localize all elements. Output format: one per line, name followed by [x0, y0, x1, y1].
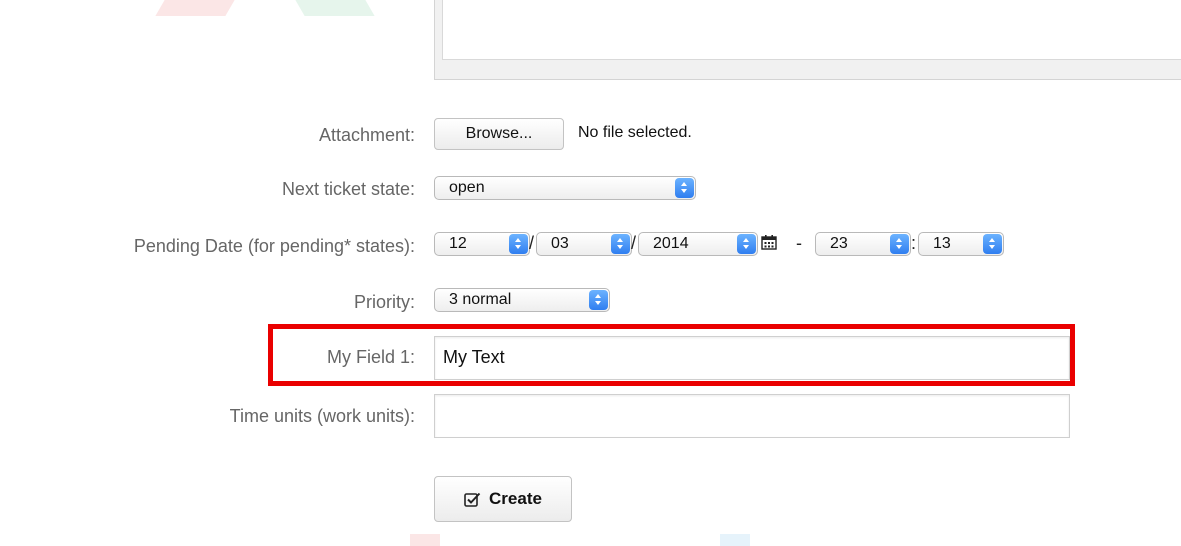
priority-select[interactable]: 3 normal — [434, 288, 610, 312]
pending-hour-value: 23 — [830, 235, 848, 252]
file-status-text: No file selected. — [578, 124, 692, 141]
calendar-icon[interactable] — [761, 234, 777, 250]
priority-value: 3 normal — [449, 291, 512, 308]
next-state-label: Next ticket state: — [281, 179, 415, 199]
select-arrow-icon — [611, 234, 630, 254]
checkbox-icon — [464, 492, 481, 507]
pending-year-select[interactable]: 2014 — [638, 232, 758, 256]
next-state-select[interactable]: open — [434, 176, 696, 200]
browse-button[interactable]: Browse... — [434, 118, 564, 150]
pending-month-value: 03 — [551, 235, 569, 252]
date-separator: / — [631, 233, 637, 253]
select-arrow-icon — [983, 234, 1002, 254]
select-arrow-icon — [589, 290, 608, 310]
pending-minute-select[interactable]: 13 — [918, 232, 1004, 256]
select-arrow-icon — [890, 234, 909, 254]
time-separator: : — [911, 233, 917, 253]
highlight-box — [268, 324, 1075, 386]
select-arrow-icon — [675, 178, 694, 198]
pending-year-value: 2014 — [653, 235, 689, 252]
create-button[interactable]: Create — [434, 476, 572, 522]
pending-hour-select[interactable]: 23 — [815, 232, 911, 256]
priority-label: Priority: — [353, 292, 415, 312]
background-decoration — [410, 534, 440, 546]
date-separator: / — [529, 233, 535, 253]
select-arrow-icon — [509, 234, 528, 254]
background-decoration — [295, 0, 375, 16]
create-label: Create — [489, 489, 542, 508]
time-dash: - — [796, 233, 802, 253]
pending-day-value: 12 — [449, 235, 467, 252]
attachment-label: Attachment: — [318, 125, 415, 145]
text-editor-body[interactable] — [442, 0, 1181, 60]
time-units-label: Time units (work units): — [229, 406, 415, 426]
pending-date-label: Pending Date (for pending* states): — [133, 236, 415, 256]
background-decoration — [720, 534, 750, 546]
next-state-value: open — [449, 179, 485, 196]
pending-minute-value: 13 — [933, 235, 951, 252]
time-units-input[interactable] — [434, 394, 1070, 438]
pending-month-select[interactable]: 03 — [536, 232, 632, 256]
select-arrow-icon — [737, 234, 756, 254]
background-decoration — [155, 0, 235, 16]
pending-day-select[interactable]: 12 — [434, 232, 530, 256]
